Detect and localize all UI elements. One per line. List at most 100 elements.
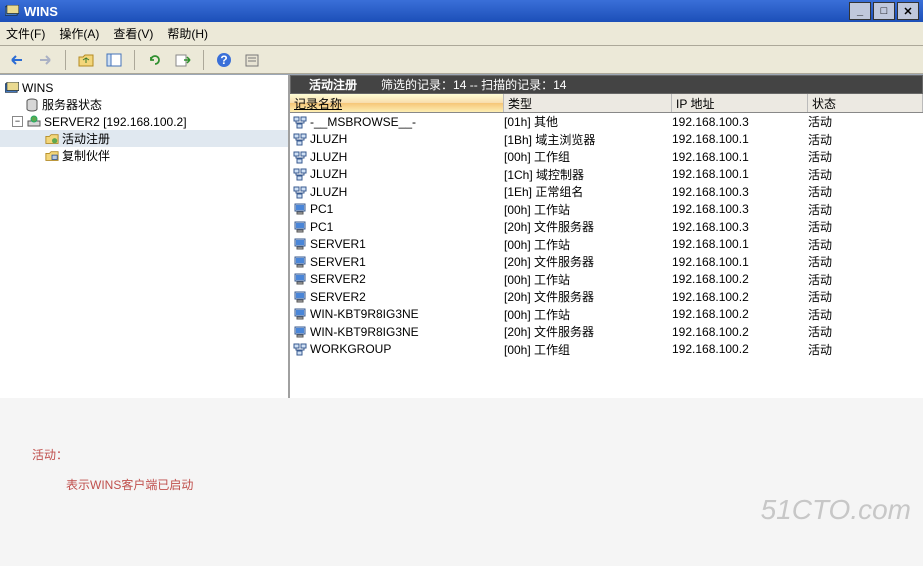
record-state: 活动 [808, 323, 888, 340]
record-state: 活动 [808, 148, 888, 165]
help-button[interactable]: ? [213, 49, 235, 71]
table-row[interactable]: SERVER1[20h] 文件服务器192.168.100.1活动 [290, 253, 923, 271]
record-type: [20h] 文件服务器 [504, 288, 672, 305]
properties-button[interactable] [241, 49, 263, 71]
refresh-button[interactable] [144, 49, 166, 71]
menu-action[interactable]: 操作(A) [59, 25, 99, 42]
properties-icon [243, 52, 261, 68]
column-header-state[interactable]: 状态 [808, 94, 923, 112]
record-ip: 192.168.100.1 [672, 132, 808, 146]
toolbar-separator [134, 50, 135, 70]
column-header-type[interactable]: 类型 [504, 94, 672, 112]
record-name: JLUZH [310, 167, 347, 181]
minimize-button[interactable]: _ [849, 2, 871, 20]
table-row[interactable]: SERVER2[20h] 文件服务器192.168.100.2活动 [290, 288, 923, 306]
record-ip: 192.168.100.3 [672, 220, 808, 234]
arrow-right-icon [36, 53, 54, 67]
toolbar-separator [203, 50, 204, 70]
record-ip: 192.168.100.1 [672, 150, 808, 164]
export-button[interactable] [172, 49, 194, 71]
network-icon [292, 131, 308, 147]
record-type: [1Eh] 正常组名 [504, 183, 672, 200]
tree-active-registration[interactable]: 活动注册 [0, 130, 288, 147]
record-name: -__MSBROWSE__- [310, 115, 416, 129]
record-name: PC1 [310, 220, 333, 234]
column-headers: 记录名称 类型 IP 地址 状态 [290, 94, 923, 113]
table-row[interactable]: JLUZH[00h] 工作组192.168.100.1活动 [290, 148, 923, 166]
toolbar-separator [65, 50, 66, 70]
tree-replication-partners[interactable]: 复制伙伴 [0, 147, 288, 164]
table-row[interactable]: -__MSBROWSE__-[01h] 其他192.168.100.3活动 [290, 113, 923, 131]
forward-button[interactable] [34, 49, 56, 71]
table-row[interactable]: JLUZH[1Bh] 域主浏览器192.168.100.1活动 [290, 131, 923, 149]
menu-file[interactable]: 文件(F) [6, 25, 45, 42]
record-name: JLUZH [310, 185, 347, 199]
record-name: SERVER2 [310, 290, 366, 304]
record-name: JLUZH [310, 150, 347, 164]
network-icon [292, 149, 308, 165]
list-panel: 活动注册 筛选的记录：14 -- 扫描的记录：14 记录名称 类型 IP 地址 … [290, 75, 923, 398]
column-header-ip[interactable]: IP 地址 [672, 94, 808, 112]
back-button[interactable] [6, 49, 28, 71]
computer-icon [292, 271, 308, 287]
network-icon [292, 184, 308, 200]
tree-root[interactable]: WINS [0, 79, 288, 96]
computer-icon [292, 289, 308, 305]
record-name: SERVER1 [310, 255, 366, 269]
folder-up-icon [77, 52, 95, 68]
record-type: [00h] 工作站 [504, 236, 672, 253]
record-state: 活动 [808, 218, 888, 235]
record-type: [1Bh] 域主浏览器 [504, 131, 672, 148]
record-name: SERVER2 [310, 272, 366, 286]
record-ip: 192.168.100.3 [672, 185, 808, 199]
tree-server-status-label: 服务器状态 [42, 96, 102, 113]
content-area: WINS 服务器状态 − SERVER2 [192.168.100.2] 活动注… [0, 74, 923, 398]
tree-root-label: WINS [22, 81, 53, 95]
column-header-name[interactable]: 记录名称 [290, 94, 504, 112]
table-row[interactable]: PC1[00h] 工作站192.168.100.3活动 [290, 201, 923, 219]
network-icon [292, 114, 308, 130]
record-state: 活动 [808, 341, 888, 358]
record-state: 活动 [808, 201, 888, 218]
record-type: [20h] 文件服务器 [504, 323, 672, 340]
tree-expander[interactable]: − [12, 116, 23, 127]
tree-server-node[interactable]: − SERVER2 [192.168.100.2] [0, 113, 288, 130]
menu-view[interactable]: 查看(V) [113, 25, 153, 42]
menu-help[interactable]: 帮助(H) [167, 25, 208, 42]
record-name: WORKGROUP [310, 342, 391, 356]
watermark: 51CTO.com [761, 494, 911, 526]
tree-replication-partners-label: 复制伙伴 [62, 147, 110, 164]
table-row[interactable]: PC1[20h] 文件服务器192.168.100.3活动 [290, 218, 923, 236]
record-type: [1Ch] 域控制器 [504, 166, 672, 183]
maximize-button[interactable]: □ [873, 2, 895, 20]
tree-server-status[interactable]: 服务器状态 [0, 96, 288, 113]
server-icon [26, 114, 42, 130]
pane-icon [105, 52, 123, 68]
record-state: 活动 [808, 236, 888, 253]
table-row[interactable]: JLUZH [1Eh] 正常组名192.168.100.3活动 [290, 183, 923, 201]
toolbar: ? [0, 46, 923, 74]
computer-icon [292, 306, 308, 322]
help-icon: ? [216, 52, 232, 68]
network-icon [292, 341, 308, 357]
window-title: WINS [24, 4, 849, 19]
up-folder-button[interactable] [75, 49, 97, 71]
record-type: [00h] 工作组 [504, 341, 672, 358]
table-row[interactable]: WORKGROUP[00h] 工作组192.168.100.2活动 [290, 341, 923, 359]
annotation: 活动： 表示WINS客户端已启动 [32, 440, 193, 500]
table-row[interactable]: SERVER1[00h] 工作站192.168.100.1活动 [290, 236, 923, 254]
computer-icon [292, 324, 308, 340]
record-name: SERVER1 [310, 237, 366, 251]
record-state: 活动 [808, 183, 888, 200]
record-state: 活动 [808, 131, 888, 148]
record-state: 活动 [808, 253, 888, 270]
list-summary-counts: 筛选的记录：14 -- 扫描的记录：14 [381, 76, 566, 93]
table-row[interactable]: JLUZH[1Ch] 域控制器192.168.100.1活动 [290, 166, 923, 184]
close-button[interactable]: ✕ [897, 2, 919, 20]
table-row[interactable]: WIN-KBT9R8IG3NE[00h] 工作站192.168.100.2活动 [290, 306, 923, 324]
table-row[interactable]: SERVER2[00h] 工作站192.168.100.2活动 [290, 271, 923, 289]
tree-active-registration-label: 活动注册 [62, 130, 110, 147]
show-hide-tree-button[interactable] [103, 49, 125, 71]
wins-icon [4, 80, 20, 96]
table-row[interactable]: WIN-KBT9R8IG3NE[20h] 文件服务器192.168.100.2活… [290, 323, 923, 341]
